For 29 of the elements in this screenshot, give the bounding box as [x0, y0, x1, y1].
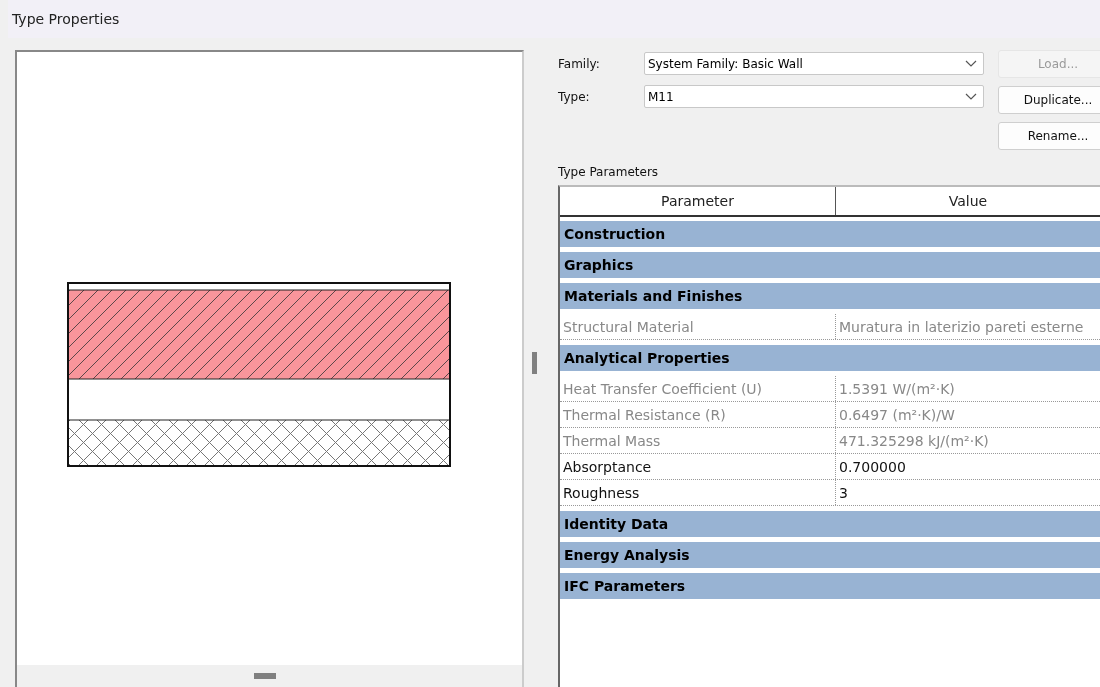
group-header[interactable]: Construction	[560, 221, 1100, 247]
group-header[interactable]: IFC Parameters	[560, 573, 1100, 599]
table-cell[interactable]: 3	[836, 480, 1100, 505]
family-label: Family:	[558, 56, 601, 71]
dialog-button[interactable]: Duplicate...	[998, 86, 1100, 114]
dialog-button[interactable]: Rename...	[998, 122, 1100, 150]
table-cell: Heat Transfer Coefficient (U)	[560, 376, 836, 401]
group-header[interactable]: Identity Data	[560, 511, 1100, 537]
chevron-icon	[965, 93, 977, 100]
table-cell: Absorptance	[560, 454, 836, 479]
window-title: Type Properties	[12, 11, 120, 27]
type-dropdown[interactable]: M11	[644, 85, 984, 108]
splitter-handle[interactable]	[531, 351, 537, 374]
group-header[interactable]: Materials and Finishes	[560, 283, 1100, 309]
table-cell: Structural Material	[560, 314, 836, 339]
table-cell: Thermal Mass	[560, 428, 836, 453]
group-header[interactable]: Analytical Properties	[560, 345, 1100, 371]
table-cell: Thermal Resistance (R)	[560, 402, 836, 427]
table-cell[interactable]: 0.700000	[836, 454, 1100, 479]
table-cell: Roughness	[560, 480, 836, 505]
section-title: Type Parameters	[558, 165, 660, 179]
group-header[interactable]: Graphics	[560, 252, 1100, 278]
column-header[interactable]: Value	[836, 187, 1100, 215]
group-header[interactable]: Energy Analysis	[560, 542, 1100, 568]
column-header[interactable]: Parameter	[560, 187, 836, 215]
scroll-grip[interactable]	[253, 673, 276, 679]
chevron-icon	[965, 60, 977, 67]
type-label: Type:	[558, 89, 591, 104]
family-dropdown[interactable]: System Family: Basic Wall	[644, 52, 984, 75]
